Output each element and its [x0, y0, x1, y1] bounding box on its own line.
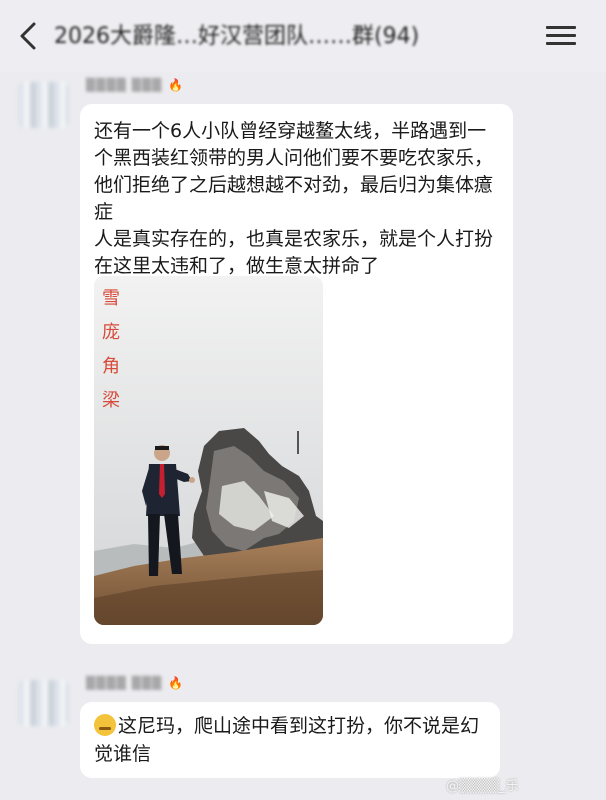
chat-header: 2026大爵隆…好汉营团队……群(94)	[0, 0, 606, 72]
angry-face-emoji-icon	[94, 714, 116, 736]
avatar[interactable]	[18, 680, 68, 726]
message-text: 这尼玛，爬山途中看到这打扮，你不说是幻觉谁信	[94, 712, 494, 768]
group-title: 2026大爵隆…好汉营团队……群(94)	[54, 24, 420, 49]
attached-photo[interactable]: 雪庞角梁	[94, 276, 323, 625]
sender-name: ▒▒▒▒ ▒▒▒	[86, 676, 163, 690]
flame-icon: 🔥	[168, 78, 184, 92]
message-line: 还有一个6人小队曾经穿越鳌太线，半路遇到一个黑西装红领带的男人问他们要不要吃农家…	[94, 120, 494, 223]
message-text: 还有一个6人小队曾经穿越鳌太线，半路遇到一个黑西装红领带的男人问他们要不要吃农家…	[94, 118, 504, 280]
sender-label: ▒▒▒▒ ▒▒▒ 🔥	[86, 76, 183, 94]
mountain-photo	[94, 276, 323, 625]
message-bubble[interactable]: 还有一个6人小队曾经穿越鳌太线，半路遇到一个黑西装红领带的男人问他们要不要吃农家…	[80, 104, 513, 644]
chevron-left-icon[interactable]	[14, 18, 44, 54]
weibo-handle: @▒▒▒▒_乐	[446, 778, 519, 794]
message-line: 人是真实存在的，也真是农家乐，就是个人打扮在这里太违和了，做生意太拼命了	[94, 228, 494, 277]
sender-label: ▒▒▒▒ ▒▒▒ 🔥	[86, 674, 183, 692]
message-body: 这尼玛，爬山途中看到这打扮，你不说是幻觉谁信	[94, 715, 480, 765]
photo-caption: 雪庞角梁	[102, 288, 120, 411]
avatar[interactable]	[18, 82, 68, 128]
flame-icon: 🔥	[168, 676, 184, 690]
hamburger-menu-icon[interactable]	[544, 22, 578, 50]
weibo-watermark: @▒▒▒▒_乐	[446, 774, 519, 794]
message-bubble[interactable]: 这尼玛，爬山途中看到这打扮，你不说是幻觉谁信	[80, 702, 500, 778]
sender-name: ▒▒▒▒ ▒▒▒	[86, 78, 163, 92]
